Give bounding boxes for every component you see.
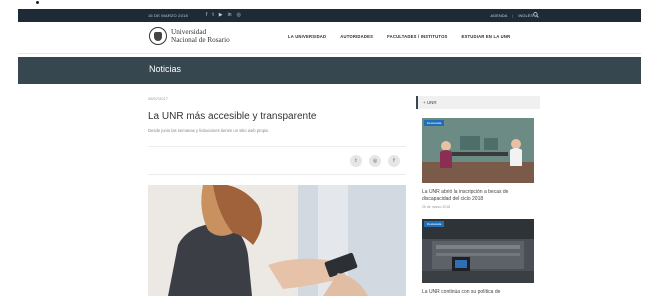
card-caption[interactable]: La UNR continúa con su política de [422,289,534,296]
share-buttons: t ◎ f [350,155,400,167]
card-tag: Destacada [424,120,445,126]
article-date: 26/07/2017 [148,96,169,101]
article-subtitle: Desde junio las semanas y licitaciones t… [148,128,269,133]
logo-line-1: Universidad [171,28,207,36]
section-title: Noticias [149,64,182,74]
top-links: AGENDA | INGLÉS [490,13,533,18]
card-date: 26 de marzo 2018 [422,205,451,209]
equipment-photo [422,219,534,283]
main-nav: LA UNIVERSIDAD AUTORIDADES FACULTADES / … [288,34,510,39]
facebook-icon[interactable]: f [388,155,400,167]
logo-line-2: Nacional de Rosario [171,36,230,44]
woman-with-phone-photo [148,185,406,296]
corner-dot [36,1,39,4]
social-links: f t ▶ in ◎ [206,12,241,18]
logo-text: Universidad Nacional de Rosario [171,28,230,44]
twitter-icon[interactable]: t [350,155,362,167]
article-title: La UNR más accesible y transparente [148,111,317,122]
nav-item-universidad[interactable]: LA UNIVERSIDAD [288,34,326,39]
separator: | [512,13,514,18]
instagram-icon[interactable]: ◎ [369,155,381,167]
section-banner: Noticias [18,57,641,84]
agenda-link[interactable]: AGENDA [490,13,507,18]
sidebar-heading: + UNR [416,96,540,109]
card-caption[interactable]: La UNR abrió la inscripción a becas de d… [422,189,534,203]
english-link[interactable]: INGLÉS [518,13,533,18]
illustration-people-at-desk [422,118,534,183]
unr-logo[interactable]: Universidad Nacional de Rosario [149,27,230,45]
article-hero-image [148,185,406,296]
twitter-icon[interactable]: t [212,12,213,18]
divider [148,146,406,147]
search-icon[interactable] [533,12,539,18]
top-date: 16 DE MARZO 2018 [148,13,188,18]
seal-icon [149,27,167,45]
instagram-icon[interactable]: ◎ [237,12,241,18]
divider [148,174,406,175]
news-card[interactable]: Destacada La UNR abrió la inscripción a … [422,118,534,209]
nav-item-autoridades[interactable]: AUTORIDADES [340,34,373,39]
sidebar: + UNR Destacada La UNR abrió la inscripc… [416,96,540,295]
facebook-icon[interactable]: f [206,12,207,18]
nav-item-estudiar[interactable]: ESTUDIAR EN LA UNR [462,34,511,39]
linkedin-icon[interactable]: in [228,12,232,18]
top-bar: 16 DE MARZO 2018 f t ▶ in ◎ AGENDA | ING… [18,9,641,22]
news-card[interactable]: Destacada La UNR continúa con su polític… [422,219,534,296]
site-header: Universidad Nacional de Rosario LA UNIVE… [18,22,641,54]
card-tag: Destacada [424,221,445,227]
page: 16 DE MARZO 2018 f t ▶ in ◎ AGENDA | ING… [0,0,659,296]
card-image: Destacada [422,118,534,183]
article: 26/07/2017 La UNR más accesible y transp… [148,96,406,175]
nav-item-facultades[interactable]: FACULTADES / INSTITUTOS [387,34,447,39]
youtube-icon[interactable]: ▶ [219,12,223,18]
card-image: Destacada [422,219,534,283]
